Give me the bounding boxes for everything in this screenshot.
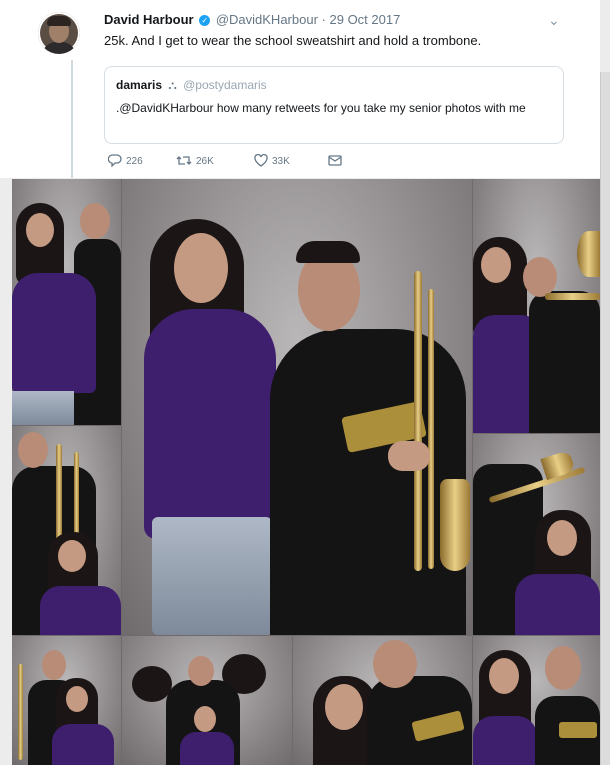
retweet-icon [176, 156, 192, 165]
like-count: 33K [272, 156, 290, 167]
collage-photo-7 [293, 636, 472, 765]
right-edge-panel [600, 72, 610, 765]
direct-message-button[interactable] [328, 154, 346, 167]
author-avatar[interactable] [38, 12, 80, 54]
reply-button[interactable]: 226 [107, 154, 143, 168]
collage-photo-4 [473, 434, 600, 635]
direct-message-icon [328, 155, 342, 166]
reply-icon [107, 154, 122, 168]
senior-photos-collage [12, 179, 600, 765]
quoted-author-handle: @postydamaris [183, 78, 267, 92]
chevron-down-icon[interactable]: ⌄ [548, 12, 560, 29]
author-handle[interactable]: @DavidKHarbour [216, 12, 318, 27]
tweet-text: 25k. And I get to wear the school sweats… [104, 33, 482, 48]
quoted-tweet-header: damaris ⛬ @postydamaris [116, 78, 267, 93]
tweet-card: David Harbour ✓ @DavidKHarbour · 29 Oct … [0, 0, 600, 178]
collage-photo-main [122, 179, 472, 635]
collage-photo-8 [473, 636, 600, 765]
collage-photo-5 [12, 636, 121, 765]
collage-photo-1 [12, 179, 121, 425]
like-button[interactable]: 33K [254, 153, 290, 167]
retweet-count: 26K [196, 156, 214, 167]
collage-photo-2 [473, 179, 600, 433]
retweet-button[interactable]: 26K [176, 154, 214, 167]
collage-photo-6 [122, 636, 292, 765]
tweet-header: David Harbour ✓ @DavidKHarbour · 29 Oct … [104, 12, 400, 27]
reply-count: 226 [126, 156, 143, 167]
thread-line [71, 60, 73, 178]
author-name[interactable]: David Harbour [104, 12, 194, 27]
quoted-author-emoji: ⛬ [168, 78, 177, 92]
quoted-author-name: damaris [116, 78, 163, 92]
quoted-tweet-text: .@DavidKHarbour how many retweets for yo… [116, 101, 526, 115]
quoted-tweet[interactable]: damaris ⛬ @postydamaris .@DavidKHarbour … [104, 66, 564, 144]
collage-photo-3 [12, 426, 121, 635]
screenshot: David Harbour ✓ @DavidKHarbour · 29 Oct … [0, 0, 610, 765]
verified-badge-icon: ✓ [199, 15, 211, 26]
heart-icon [254, 153, 268, 167]
tweet-date[interactable]: 29 Oct 2017 [330, 12, 401, 27]
separator-dot: · [321, 12, 326, 27]
